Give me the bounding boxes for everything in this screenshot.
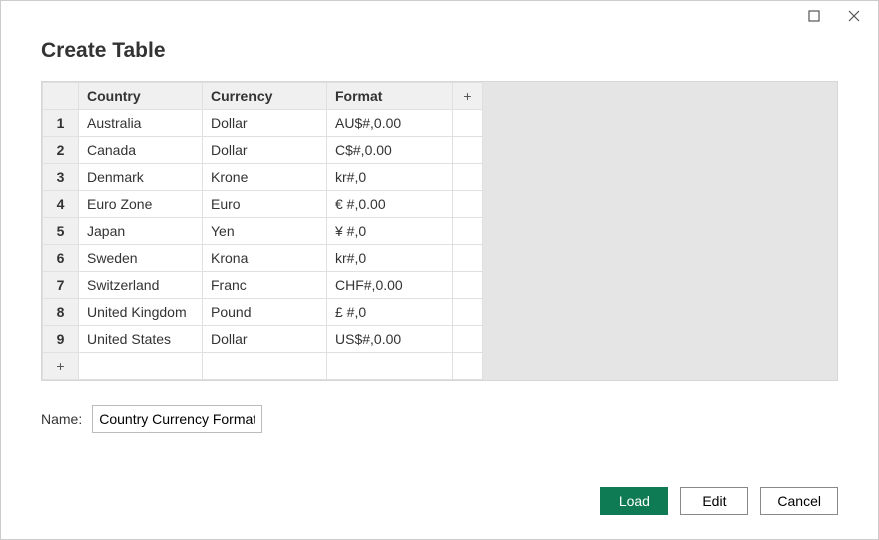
table-row[interactable]: 4Euro ZoneEuro€ #,0.00 xyxy=(43,191,483,218)
row-number[interactable]: 9 xyxy=(43,326,79,353)
cell-format[interactable]: £ #,0 xyxy=(327,299,453,326)
row-number[interactable]: 7 xyxy=(43,272,79,299)
cell-currency[interactable]: Pound xyxy=(203,299,327,326)
row-number[interactable]: 2 xyxy=(43,137,79,164)
cell-empty xyxy=(453,299,483,326)
cell-format[interactable]: US$#,0.00 xyxy=(327,326,453,353)
close-button[interactable] xyxy=(838,4,870,28)
table-row[interactable]: 1AustraliaDollarAU$#,0.00 xyxy=(43,110,483,137)
cell-country[interactable]: Canada xyxy=(79,137,203,164)
cancel-button[interactable]: Cancel xyxy=(760,487,838,515)
cell-country[interactable]: Japan xyxy=(79,218,203,245)
row-number[interactable]: 6 xyxy=(43,245,79,272)
cell-format[interactable]: CHF#,0.00 xyxy=(327,272,453,299)
row-number[interactable]: 8 xyxy=(43,299,79,326)
grid-gutter xyxy=(483,82,837,380)
cell-country[interactable]: United Kingdom xyxy=(79,299,203,326)
name-label: Name: xyxy=(41,411,82,427)
cell-empty xyxy=(453,326,483,353)
cell-format[interactable]: ¥ #,0 xyxy=(327,218,453,245)
maximize-button[interactable] xyxy=(798,4,830,28)
cell-currency[interactable]: Euro xyxy=(203,191,327,218)
row-number[interactable]: 3 xyxy=(43,164,79,191)
cell-currency[interactable]: Krone xyxy=(203,164,327,191)
cell-currency[interactable]: Dollar xyxy=(203,326,327,353)
cell-country[interactable]: Australia xyxy=(79,110,203,137)
cell-empty xyxy=(453,218,483,245)
maximize-icon xyxy=(808,10,820,22)
column-header-country[interactable]: Country xyxy=(79,83,203,110)
name-row: Name: xyxy=(1,381,878,433)
cell-empty xyxy=(453,110,483,137)
cell-country[interactable]: Switzerland xyxy=(79,272,203,299)
table-row[interactable]: 6SwedenKronakr#,0 xyxy=(43,245,483,272)
cell-currency[interactable]: Yen xyxy=(203,218,327,245)
row-number[interactable]: 4 xyxy=(43,191,79,218)
column-header-currency[interactable]: Currency xyxy=(203,83,327,110)
name-input[interactable] xyxy=(92,405,262,433)
cell-empty xyxy=(453,272,483,299)
cell-empty xyxy=(453,353,483,380)
column-header-format[interactable]: Format xyxy=(327,83,453,110)
row-number[interactable]: 1 xyxy=(43,110,79,137)
cell-country[interactable]: Euro Zone xyxy=(79,191,203,218)
cell-currency[interactable]: Dollar xyxy=(203,110,327,137)
table-container: Country Currency Format + 1AustraliaDoll… xyxy=(41,81,838,381)
cell-country[interactable]: Denmark xyxy=(79,164,203,191)
dialog-buttons: Load Edit Cancel xyxy=(600,487,838,515)
cell-currency[interactable]: Dollar xyxy=(203,137,327,164)
row-number[interactable]: 5 xyxy=(43,218,79,245)
cell-format[interactable]: C$#,0.00 xyxy=(327,137,453,164)
load-button[interactable]: Load xyxy=(600,487,668,515)
table-row[interactable]: 5JapanYen¥ #,0 xyxy=(43,218,483,245)
cell-format[interactable]: AU$#,0.00 xyxy=(327,110,453,137)
cell-empty xyxy=(453,137,483,164)
table-row[interactable]: 8United KingdomPound£ #,0 xyxy=(43,299,483,326)
cell-format[interactable]: kr#,0 xyxy=(327,245,453,272)
table-row[interactable]: 3DenmarkKronekr#,0 xyxy=(43,164,483,191)
table-row[interactable]: 9United StatesDollarUS$#,0.00 xyxy=(43,326,483,353)
edit-button[interactable]: Edit xyxy=(680,487,748,515)
cell-country[interactable]: Sweden xyxy=(79,245,203,272)
table-row[interactable]: 7SwitzerlandFrancCHF#,0.00 xyxy=(43,272,483,299)
cell-empty xyxy=(79,353,203,380)
cell-format[interactable]: € #,0.00 xyxy=(327,191,453,218)
cell-empty xyxy=(327,353,453,380)
add-column-button[interactable]: + xyxy=(453,83,483,110)
dialog-title: Create Table xyxy=(1,31,878,81)
close-icon xyxy=(848,10,860,22)
table-row[interactable]: 2CanadaDollarC$#,0.00 xyxy=(43,137,483,164)
cell-empty xyxy=(203,353,327,380)
create-table-dialog: Create Table Country Currency Format + 1… xyxy=(0,0,879,540)
data-grid: Country Currency Format + 1AustraliaDoll… xyxy=(42,82,483,380)
cell-empty xyxy=(453,191,483,218)
corner-cell xyxy=(43,83,79,110)
cell-empty xyxy=(453,245,483,272)
add-row-button[interactable]: + xyxy=(43,353,79,380)
cell-currency[interactable]: Krona xyxy=(203,245,327,272)
cell-empty xyxy=(453,164,483,191)
cell-format[interactable]: kr#,0 xyxy=(327,164,453,191)
cell-country[interactable]: United States xyxy=(79,326,203,353)
cell-currency[interactable]: Franc xyxy=(203,272,327,299)
titlebar xyxy=(1,1,878,31)
